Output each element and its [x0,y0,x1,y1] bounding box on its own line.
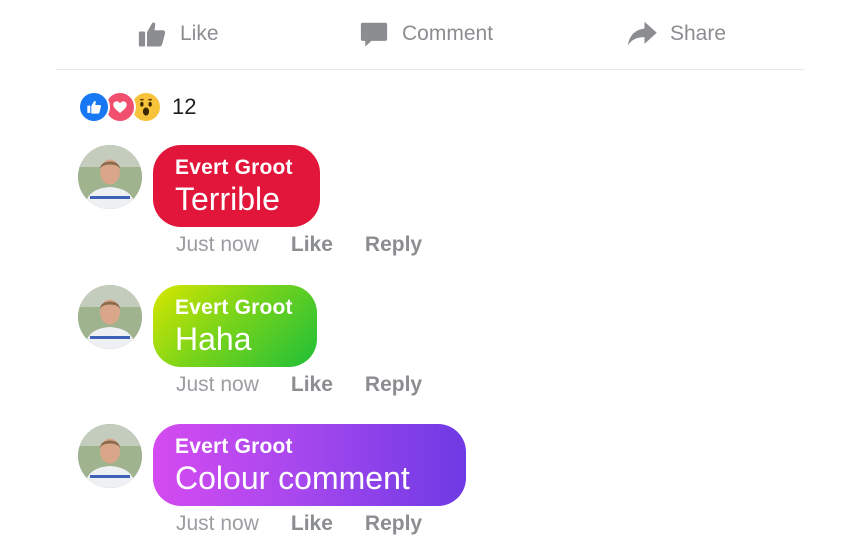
share-action-label: Share [670,22,727,45]
speech-bubble-icon [358,18,390,50]
share-arrow-icon [626,18,658,50]
reactions-summary[interactable]: 12 [78,90,196,124]
like-action-label: Like [180,22,219,45]
comment-bubble[interactable]: Evert Groot Colour comment [153,424,466,506]
like-reaction-icon [78,91,110,123]
comment-action-label: Comment [402,22,494,45]
comment-reply-button[interactable]: Reply [365,233,422,257]
comment-bubble[interactable]: Evert Groot Terrible [153,145,320,227]
avatar[interactable] [78,285,142,349]
comment-timestamp[interactable]: Just now [176,233,259,257]
comment-text: Colour comment [175,460,410,496]
comment-action-button[interactable]: Comment [358,16,860,52]
comment-author[interactable]: Evert Groot [175,295,295,321]
share-action-button[interactable]: Share [626,16,726,52]
comment-timestamp[interactable]: Just now [176,373,259,397]
comment-meta: Just now Like Reply [176,373,454,397]
reaction-count: 12 [172,94,197,119]
comment-reply-button[interactable]: Reply [365,373,422,397]
comment-timestamp[interactable]: Just now [176,512,259,536]
avatar[interactable] [78,145,142,209]
like-action-button[interactable]: Like [136,16,219,52]
comment-meta: Just now Like Reply [176,233,454,257]
thumbs-up-icon [136,18,168,50]
comment-like-button[interactable]: Like [291,512,333,536]
comment-author[interactable]: Evert Groot [175,155,298,181]
comment-text: Terrible [175,181,280,217]
comment-author[interactable]: Evert Groot [175,434,444,460]
comment-reply-button[interactable]: Reply [365,512,422,536]
comment-like-button[interactable]: Like [291,373,333,397]
avatar[interactable] [78,424,142,488]
comment-bubble[interactable]: Evert Groot Haha [153,285,317,367]
action-bar: Like Comment Share [56,0,804,70]
comment-text: Haha [175,321,252,357]
comment-like-button[interactable]: Like [291,233,333,257]
post-footer: Like Comment Share 12 Evert Groot Terrib… [0,0,860,547]
comment-meta: Just now Like Reply [176,512,454,536]
